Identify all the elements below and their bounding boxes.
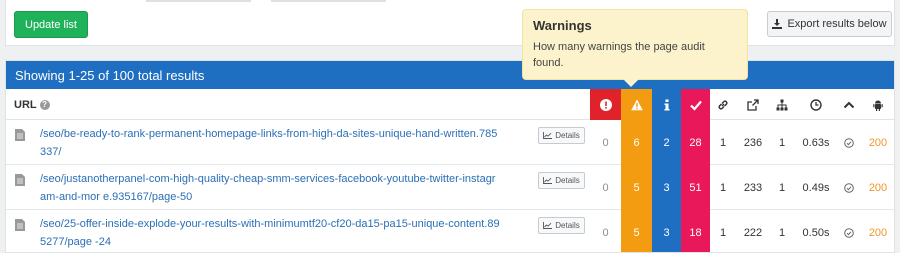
tooltip-title: Warnings: [533, 18, 592, 33]
download-icon: [772, 19, 783, 29]
results-panel: Showing 1-25 of 100 total results URL ?: [5, 60, 895, 253]
warning-icon: [630, 99, 643, 110]
load-time-value: 0.63s: [802, 136, 830, 149]
error-count: 0: [602, 226, 609, 239]
line-chart-icon: [543, 177, 553, 184]
external-links-column-header[interactable]: [736, 89, 770, 120]
warnings-column-header[interactable]: [621, 89, 652, 120]
info-count: 3: [652, 210, 681, 252]
external-link-count: 236: [743, 136, 763, 149]
top-toolbar: Update list Export results below: [5, 0, 895, 46]
clock-icon: [810, 98, 822, 111]
info-icon: [664, 99, 669, 110]
details-label: Details: [555, 176, 580, 185]
page-url-link[interactable]: /seo/be-ready-to-rank-permanent-homepage…: [40, 125, 500, 161]
status-code: 200: [868, 136, 888, 149]
passed-column-header[interactable]: [681, 89, 710, 120]
passed-count: 51: [681, 165, 710, 210]
page-url-link[interactable]: /seo/25-offer-inside-explode-your-result…: [40, 215, 500, 251]
page-file-icon: [15, 219, 25, 231]
tooltip-body: How many warnings the page audit found.: [533, 41, 705, 69]
page-file-icon: [15, 129, 25, 141]
link-icon: [718, 100, 728, 109]
info-count: 3: [652, 165, 681, 210]
check-circle-icon: [838, 165, 860, 210]
page-file-icon: [15, 174, 25, 186]
sort-column-header[interactable]: [838, 89, 860, 120]
status-code: 200: [868, 226, 888, 239]
external-link-count: 222: [743, 226, 763, 239]
link-count: 1: [719, 136, 727, 149]
link-count: 1: [719, 181, 727, 194]
depth-value: 1: [778, 226, 786, 239]
depth-value: 1: [778, 136, 786, 149]
tab-hint: [271, 0, 386, 2]
external-link-icon: [747, 98, 759, 111]
details-label: Details: [555, 131, 580, 140]
check-circle-icon: [838, 120, 860, 165]
export-results-button[interactable]: Export results below: [767, 11, 892, 37]
depth-value: 1: [778, 181, 786, 194]
details-button[interactable]: Details: [538, 172, 585, 189]
load-time-column-header[interactable]: [794, 89, 838, 120]
update-list-button[interactable]: Update list: [14, 11, 88, 38]
passed-count: 18: [681, 210, 710, 252]
details-button[interactable]: Details: [538, 217, 585, 234]
links-column-header[interactable]: [710, 89, 736, 120]
depth-column-header[interactable]: [770, 89, 794, 120]
url-column-header[interactable]: URL ?: [14, 89, 50, 120]
tab-hint: [146, 0, 251, 2]
error-count: 0: [602, 181, 609, 194]
table-row: /seo/25-offer-inside-explode-your-result…: [6, 210, 894, 252]
warning-count: 6: [621, 120, 652, 165]
external-link-count: 233: [743, 181, 763, 194]
android-icon: [873, 100, 883, 111]
page-url-link[interactable]: /seo/justanotherpanel-com-high-quality-c…: [40, 170, 500, 206]
info-column-header[interactable]: [652, 89, 681, 120]
export-label: Export results below: [787, 18, 887, 30]
load-time-value: 0.49s: [802, 181, 830, 194]
error-count: 0: [602, 136, 609, 149]
check-circle-icon: [838, 210, 860, 252]
help-icon[interactable]: ?: [39, 99, 50, 110]
results-summary: Showing 1-25 of 100 total results: [6, 61, 894, 89]
url-header-label: URL: [14, 98, 37, 111]
table-row: /seo/justanotherpanel-com-high-quality-c…: [6, 165, 894, 210]
details-button[interactable]: Details: [538, 127, 585, 144]
tooltip-arrow: [623, 79, 639, 87]
error-icon: [599, 98, 612, 111]
passed-count: 28: [681, 120, 710, 165]
chevron-up-icon: [843, 101, 855, 108]
warnings-tooltip: Warnings How many warnings the page audi…: [522, 9, 748, 87]
link-count: 1: [719, 226, 727, 239]
table-header: URL ?: [6, 89, 894, 120]
line-chart-icon: [543, 132, 553, 139]
error-column-header[interactable]: [590, 89, 621, 120]
load-time-value: 0.50s: [802, 226, 830, 239]
table-row: /seo/be-ready-to-rank-permanent-homepage…: [6, 120, 894, 165]
warning-count: 5: [621, 165, 652, 210]
sitemap-icon: [776, 99, 788, 110]
mobile-column-header[interactable]: [860, 89, 894, 120]
details-label: Details: [555, 221, 580, 230]
passed-check-icon: [689, 100, 702, 111]
warning-count: 5: [621, 210, 652, 252]
status-code: 200: [868, 181, 888, 194]
line-chart-icon: [543, 222, 553, 229]
info-count: 2: [652, 120, 681, 165]
